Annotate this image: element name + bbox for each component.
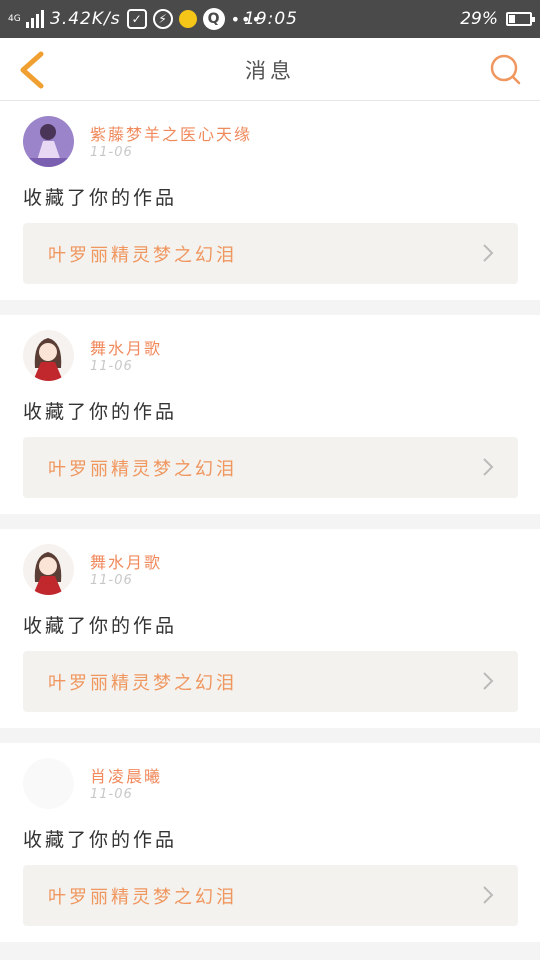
- username[interactable]: 舞水月歌: [90, 335, 162, 359]
- work-link[interactable]: 叶罗丽精灵梦之幻泪: [23, 865, 518, 926]
- work-title: 叶罗丽精灵梦之幻泪: [48, 672, 237, 694]
- action-text: 收藏了你的作品: [23, 615, 178, 637]
- username[interactable]: 肖凌晨曦: [90, 763, 162, 787]
- chevron-right-icon: [483, 244, 494, 262]
- page-title: 消息: [245, 58, 295, 83]
- status-bar-right: 29%: [460, 0, 535, 38]
- mail-check-icon: ✓: [126, 9, 147, 29]
- message-card: 紫藤梦羊之医心天缘 11-06 收藏了你的作品 叶罗丽精灵梦之幻泪: [0, 101, 540, 300]
- chevron-right-icon: [483, 886, 494, 904]
- action-text: 收藏了你的作品: [23, 187, 178, 209]
- work-title: 叶罗丽精灵梦之幻泪: [48, 244, 237, 266]
- work-link[interactable]: 叶罗丽精灵梦之幻泪: [23, 223, 518, 284]
- work-link[interactable]: 叶罗丽精灵梦之幻泪: [23, 651, 518, 712]
- avatar[interactable]: [23, 758, 74, 809]
- search-icon: [490, 54, 521, 85]
- username[interactable]: 紫藤梦羊之医心天缘: [90, 121, 252, 145]
- network-speed: 3.42K/s: [50, 9, 121, 29]
- message-card: 舞水月歌 11-06 收藏了你的作品 叶罗丽精灵梦之幻泪: [0, 315, 540, 514]
- signal-icon: [26, 10, 44, 28]
- notification-dot-icon: [178, 10, 197, 28]
- username[interactable]: 舞水月歌: [90, 549, 162, 573]
- message-date: 11-06: [90, 787, 133, 802]
- action-text: 收藏了你的作品: [23, 829, 178, 851]
- work-title: 叶罗丽精灵梦之幻泪: [48, 458, 237, 480]
- status-bar: 4G 3.42K/s ✓ ⚡ Q ••• 19:05 29%: [0, 0, 540, 38]
- purple-dress-avatar-icon: [23, 116, 74, 167]
- qq-icon: Q: [202, 8, 225, 30]
- message-card: 肖凌晨曦 11-06 收藏了你的作品 叶罗丽精灵梦之幻泪: [0, 743, 540, 942]
- chevron-right-icon: [483, 672, 494, 690]
- status-bar-left: 4G 3.42K/s ✓ ⚡ Q •••: [8, 0, 262, 38]
- clock: 19:05: [244, 9, 298, 29]
- message-list: 紫藤梦羊之医心天缘 11-06 收藏了你的作品 叶罗丽精灵梦之幻泪 舞水月歌 1…: [0, 101, 540, 957]
- blank-avatar-icon: [23, 758, 74, 809]
- search-button[interactable]: [488, 52, 522, 86]
- message-date: 11-06: [90, 145, 133, 160]
- chevron-right-icon: [483, 458, 494, 476]
- nav-bar: 消息: [0, 38, 540, 101]
- avatar[interactable]: [23, 116, 74, 167]
- network-type: 4G: [8, 13, 21, 24]
- battery-percent: 29%: [460, 9, 498, 29]
- action-text: 收藏了你的作品: [23, 401, 178, 423]
- message-date: 11-06: [90, 359, 133, 374]
- battery-icon: [506, 12, 535, 26]
- avatar[interactable]: [23, 544, 74, 595]
- message-card: 舞水月歌 11-06 收藏了你的作品 叶罗丽精灵梦之幻泪: [0, 529, 540, 728]
- anime-girl-avatar-icon: [23, 544, 74, 595]
- shield-icon: ⚡: [152, 9, 173, 29]
- work-title: 叶罗丽精灵梦之幻泪: [48, 886, 237, 908]
- avatar[interactable]: [23, 330, 74, 381]
- work-link[interactable]: 叶罗丽精灵梦之幻泪: [23, 437, 518, 498]
- message-date: 11-06: [90, 573, 133, 588]
- anime-girl-avatar-icon: [23, 330, 74, 381]
